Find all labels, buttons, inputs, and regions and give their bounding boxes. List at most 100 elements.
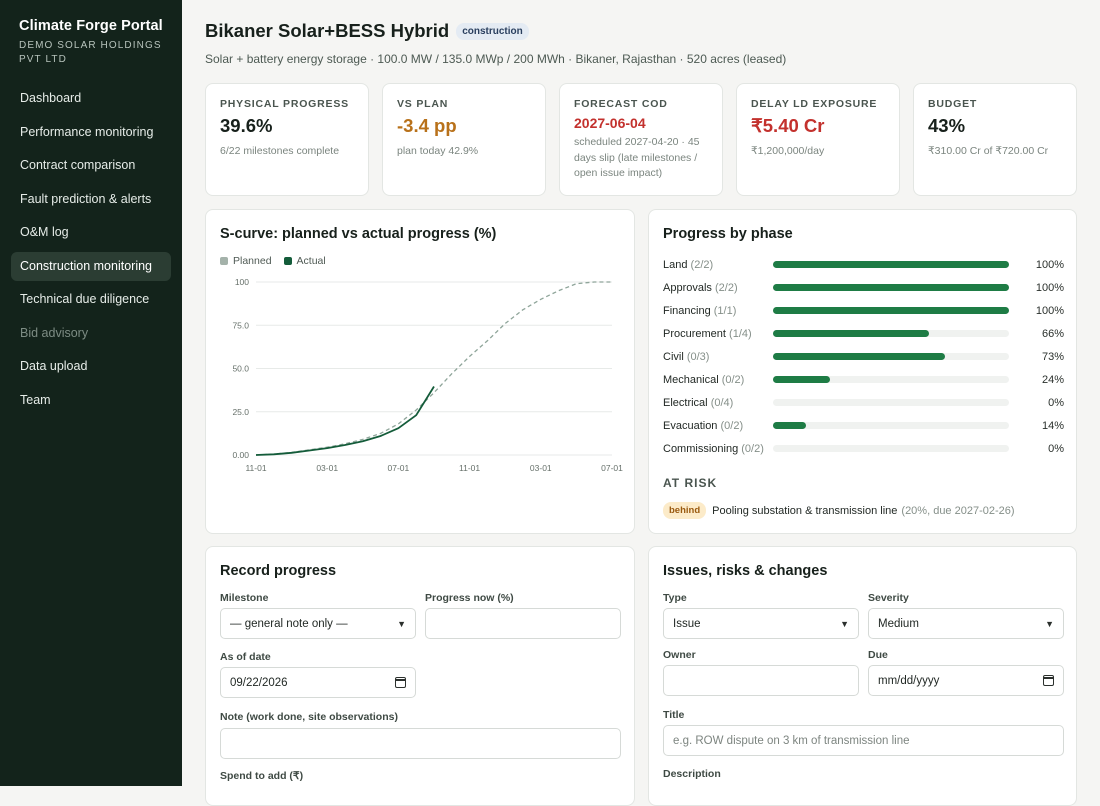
phase-count: (0/3) <box>686 351 710 363</box>
phase-progress-track <box>773 261 1009 268</box>
legend-swatch-planned <box>220 256 228 265</box>
phase-progress-track <box>773 353 1009 360</box>
phase-row: Financing (1/1) 100% <box>663 303 1064 319</box>
phase-label: Evacuation <box>663 420 718 432</box>
phase-row: Civil (0/3) 73% <box>663 349 1064 365</box>
phase-label: Financing <box>663 305 711 317</box>
sidebar-item-dashboard[interactable]: Dashboard <box>11 84 171 114</box>
brand: Climate Forge Portal DEMO SOLAR HOLDINGS… <box>0 0 182 67</box>
phase-progress-fill <box>773 353 946 360</box>
x-tick-label: 07-01 <box>388 463 410 473</box>
milestone-value: — general note only — <box>230 617 348 630</box>
phase-name: Evacuation (0/2) <box>663 420 743 432</box>
sidebar-item-data-upload[interactable]: Data upload <box>11 352 171 382</box>
phase-progress-fill <box>773 284 1009 291</box>
at-risk-detail: (20%, due 2027-02-26) <box>901 504 1015 517</box>
progress-now-input[interactable] <box>425 608 621 639</box>
type-value: Issue <box>673 617 701 630</box>
y-tick-label: 50.0 <box>232 364 249 374</box>
project-subtitle: Solar + battery energy storage · 100.0 M… <box>205 52 787 66</box>
phase-progress-fill <box>773 422 807 429</box>
phase-percent: 14% <box>1041 420 1064 432</box>
phase-row: Evacuation (0/2) 14% <box>663 418 1064 434</box>
calendar-icon[interactable] <box>395 677 406 688</box>
severity-select[interactable]: Medium ▼ <box>868 608 1064 639</box>
progress-by-phase-card: Progress by phase Land (2/2) 100% Approval… <box>648 209 1077 534</box>
chevron-down-icon: ▼ <box>840 618 849 629</box>
y-tick-label: 100 <box>235 277 249 287</box>
sidebar-item-contract-comparison[interactable]: Contract comparison <box>11 151 171 181</box>
phase-count: (1/4) <box>729 328 752 340</box>
phase-percent: 73% <box>1041 351 1064 363</box>
kpi-note: scheduled 2027-04-20 · 45 days slip (lat… <box>574 136 700 179</box>
calendar-icon[interactable] <box>1043 675 1054 686</box>
phase-name: Electrical (0/4) <box>663 397 733 409</box>
spend-label: Spend to add (₹) <box>220 770 304 782</box>
type-select[interactable]: Issue ▼ <box>663 608 859 639</box>
y-tick-label: 0.00 <box>232 450 249 460</box>
phase-count: (2/2) <box>690 259 714 271</box>
milestone-select[interactable]: — general note only — ▼ <box>220 608 416 639</box>
y-tick-label: 75.0 <box>232 320 249 330</box>
note-input[interactable] <box>220 728 621 759</box>
owner-input[interactable] <box>663 665 859 696</box>
phase-count: (0/2) <box>721 374 745 386</box>
legend-label-actual: Actual <box>296 255 326 267</box>
at-risk-heading: AT RISK <box>663 476 718 490</box>
kpi-note: 6/22 milestones complete <box>220 145 340 157</box>
sidebar-item-performance-monitoring[interactable]: Performance monitoring <box>11 118 171 148</box>
y-tick-label: 25.0 <box>232 407 249 417</box>
phase-count: (0/2) <box>741 443 764 455</box>
phase-row: Procurement (1/4) 66% <box>663 326 1064 342</box>
phase-name: Financing (1/1) <box>663 305 736 317</box>
due-date-input[interactable]: mm/dd/yyyy <box>868 665 1064 696</box>
phase-count: (1/1) <box>713 305 737 317</box>
as-of-date-value: 09/22/2026 <box>230 676 288 689</box>
phase-name: Commissioning (0/2) <box>663 443 764 455</box>
actual-series-line <box>255 386 435 456</box>
kpi-label: FORECAST COD <box>574 98 668 110</box>
scurve-card: 0.00 25.0 50.0 75.0 100 11-01 03-01 07-01 11-01 0… <box>205 209 635 534</box>
x-tick-label: 11-01 <box>245 463 266 473</box>
sidebar-item-fault-prediction[interactable]: Fault prediction & alerts <box>11 185 171 215</box>
sidebar-item-technical-due-diligence[interactable]: Technical due diligence <box>11 285 171 315</box>
phase-row: Commissioning (0/2) 0% <box>663 441 1064 457</box>
phase-percent: 0% <box>1048 443 1064 455</box>
chevron-down-icon: ▼ <box>1045 618 1054 629</box>
phase-progress-track <box>773 307 1009 314</box>
brand-subtitle: DEMO SOLAR HOLDINGS PVT LTD <box>19 40 162 65</box>
as-of-date-input[interactable]: 09/22/2026 <box>220 667 416 698</box>
phase-progress-track <box>773 330 1009 337</box>
kpi-budget: BUDGET 43% ₹310.00 Cr of ₹720.00 Cr <box>913 83 1077 196</box>
phase-label: Land <box>663 259 688 271</box>
sidebar-item-team[interactable]: Team <box>11 386 171 416</box>
kpi-forecast-cod: FORECAST COD 2027-06-04 scheduled 2027-0… <box>559 83 723 196</box>
kpi-label: VS PLAN <box>397 98 449 110</box>
phase-progress-track <box>773 445 1009 452</box>
x-tick-label: 03-01 <box>530 463 552 473</box>
severity-value: Medium <box>878 617 919 630</box>
chart-legend: Planned Actual <box>220 255 326 267</box>
phase-row: Land (2/2) 100% <box>663 257 1064 273</box>
issue-title-input[interactable]: e.g. ROW dispute on 3 km of transmission… <box>663 725 1064 756</box>
phase-count: (0/4) <box>710 397 734 409</box>
due-placeholder: mm/dd/yyyy <box>878 674 940 687</box>
sidebar-item-construction-monitoring[interactable]: Construction monitoring <box>11 251 171 281</box>
phase-label: Procurement <box>663 328 726 340</box>
phase-count: (0/2) <box>720 420 744 432</box>
sidebar-item-om-log[interactable]: O&M log <box>11 218 171 248</box>
issue-title-label: Title <box>663 709 685 721</box>
kpi-label: PHYSICAL PROGRESS <box>220 98 349 110</box>
description-label: Description <box>663 768 721 780</box>
phase-percent: 24% <box>1041 374 1064 386</box>
phase-label: Commissioning <box>663 443 739 455</box>
phase-label: Mechanical <box>663 374 719 386</box>
severity-label: Severity <box>868 592 909 604</box>
behind-badge: behind <box>663 502 707 519</box>
phase-percent: 100% <box>1035 305 1064 317</box>
kpi-value: -3.4 pp <box>397 115 457 136</box>
legend-swatch-actual <box>283 256 292 265</box>
phase-name: Civil (0/3) <box>663 351 709 363</box>
status-badge: construction <box>456 22 529 40</box>
phase-percent: 0% <box>1048 397 1064 409</box>
